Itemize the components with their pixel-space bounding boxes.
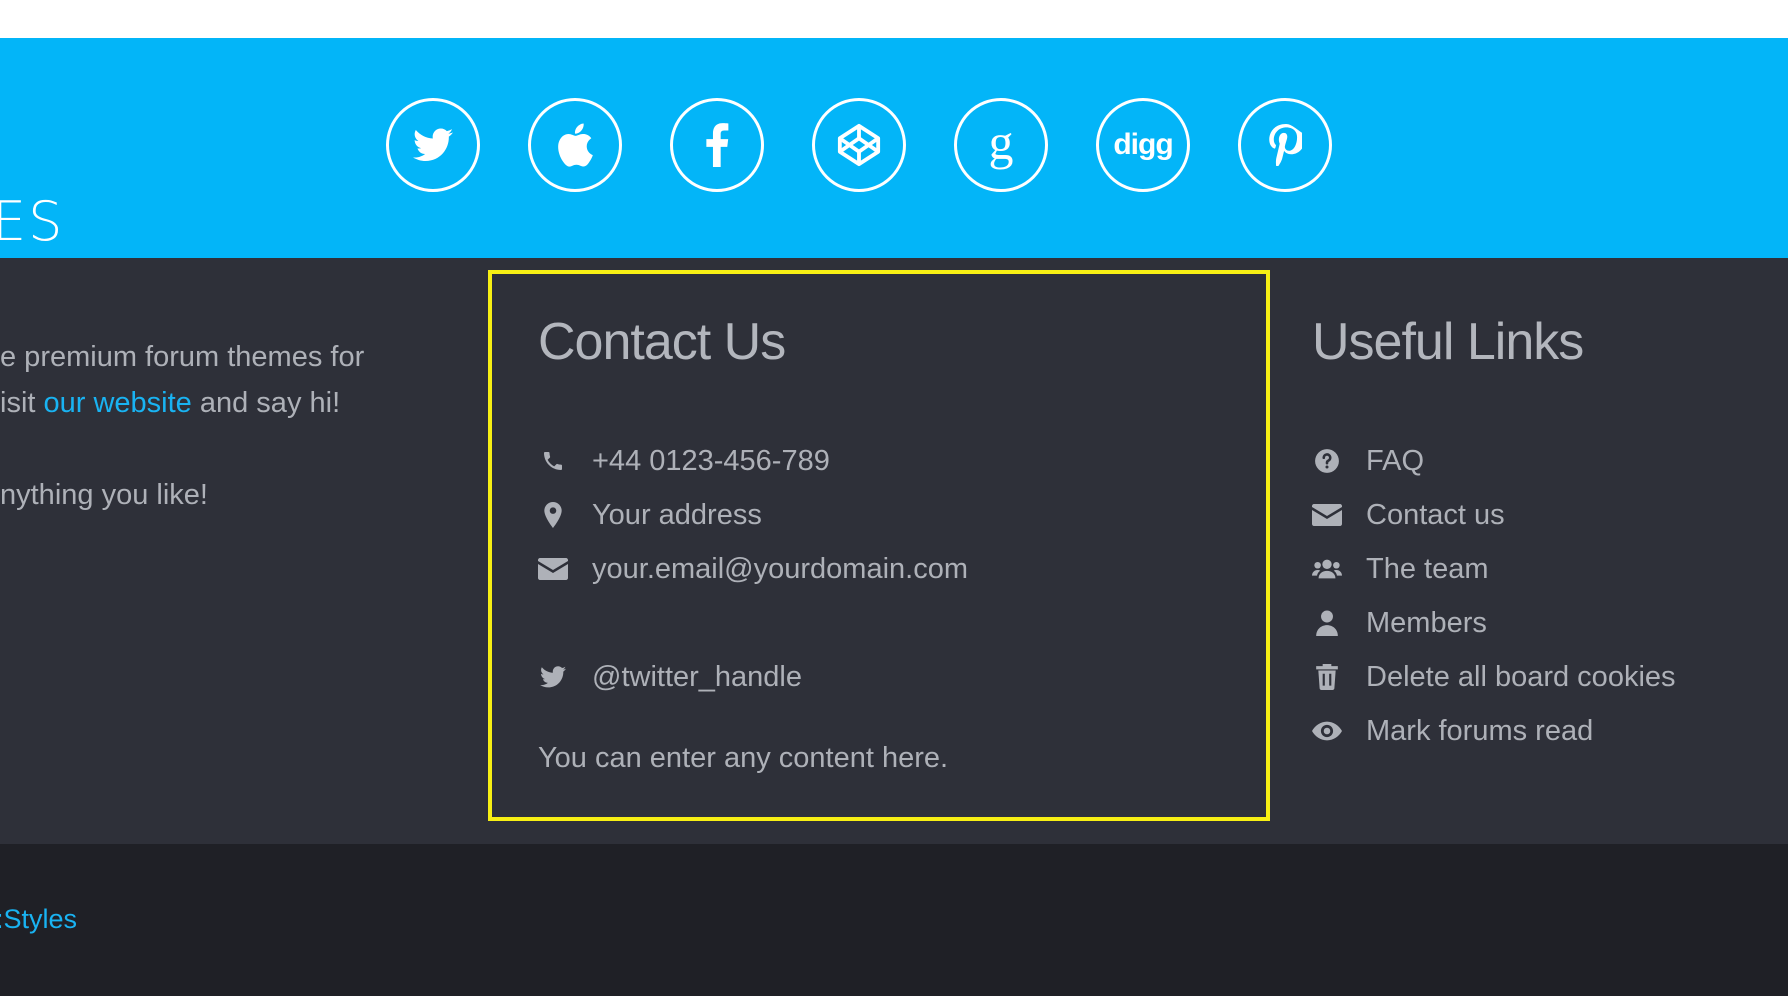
- codepen-icon: [837, 123, 881, 167]
- about-line-1: e premium forum themes for: [0, 341, 365, 373]
- contact-address-text: Your address: [592, 498, 762, 531]
- google-plus-button[interactable]: g: [954, 98, 1048, 192]
- link-members-label[interactable]: Members: [1366, 607, 1487, 640]
- user-icon: [1312, 608, 1342, 638]
- pinterest-button[interactable]: [1238, 98, 1332, 192]
- question-circle-icon: [1312, 446, 1342, 476]
- apple-button[interactable]: [528, 98, 622, 192]
- trash-icon: [1312, 662, 1342, 692]
- twitter-icon: [538, 662, 568, 692]
- facebook-icon: [706, 123, 729, 167]
- digg-icon: digg: [1113, 128, 1173, 161]
- pinterest-icon: [1269, 124, 1302, 166]
- digg-button[interactable]: digg: [1096, 98, 1190, 192]
- about-section: e premium forum themes for isit our webs…: [0, 334, 420, 518]
- footer-bottom-bar: [0, 844, 1788, 996]
- envelope-icon: [538, 554, 568, 584]
- link-delete-cookies-label[interactable]: Delete all board cookies: [1366, 661, 1676, 694]
- twitter-icon: [413, 128, 453, 161]
- site-logo[interactable]: ES: [0, 190, 64, 253]
- link-members[interactable]: Members: [1312, 596, 1676, 650]
- contact-twitter[interactable]: @twitter_handle: [538, 650, 968, 704]
- contact-email-text[interactable]: your.email@yourdomain.com: [592, 553, 968, 586]
- contact-title: Contact Us: [538, 313, 786, 371]
- link-contact-us-label[interactable]: Contact us: [1366, 499, 1505, 532]
- contact-phone: +44 0123-456-789: [538, 434, 968, 488]
- link-contact-us[interactable]: Contact us: [1312, 488, 1676, 542]
- contact-list: +44 0123-456-789 Your address your.email…: [538, 434, 968, 704]
- our-website-link[interactable]: our website: [44, 387, 192, 419]
- copyright-link[interactable]: :Styles: [0, 904, 77, 935]
- codepen-button[interactable]: [812, 98, 906, 192]
- phone-icon: [538, 446, 568, 476]
- envelope-icon: [1312, 500, 1342, 530]
- social-icons-row: g digg: [386, 98, 1332, 192]
- contact-address: Your address: [538, 488, 968, 542]
- contact-phone-text: +44 0123-456-789: [592, 444, 830, 477]
- contact-email[interactable]: your.email@yourdomain.com: [538, 542, 968, 596]
- link-mark-forums-read[interactable]: Mark forums read: [1312, 704, 1676, 758]
- link-mark-forums-read-label[interactable]: Mark forums read: [1366, 715, 1593, 748]
- link-the-team[interactable]: The team: [1312, 542, 1676, 596]
- contact-note: You can enter any content here.: [538, 742, 949, 774]
- about-line-2: isit our website and say hi!: [0, 387, 341, 419]
- about-line-3: nything you like!: [0, 479, 208, 511]
- link-faq[interactable]: FAQ: [1312, 434, 1676, 488]
- map-marker-icon: [538, 500, 568, 530]
- contact-twitter-text[interactable]: @twitter_handle: [592, 661, 802, 694]
- useful-links-list: FAQ Contact us The team Members Delete a…: [1312, 434, 1676, 758]
- users-icon: [1312, 554, 1342, 584]
- facebook-button[interactable]: [670, 98, 764, 192]
- twitter-button[interactable]: [386, 98, 480, 192]
- eye-icon: [1312, 716, 1342, 746]
- google-plus-icon: g: [988, 114, 1014, 170]
- social-band: g digg: [0, 38, 1788, 258]
- link-delete-cookies[interactable]: Delete all board cookies: [1312, 650, 1676, 704]
- link-faq-label[interactable]: FAQ: [1366, 445, 1424, 478]
- apple-icon: [558, 123, 593, 167]
- useful-links-title: Useful Links: [1312, 313, 1584, 371]
- link-the-team-label[interactable]: The team: [1366, 553, 1489, 586]
